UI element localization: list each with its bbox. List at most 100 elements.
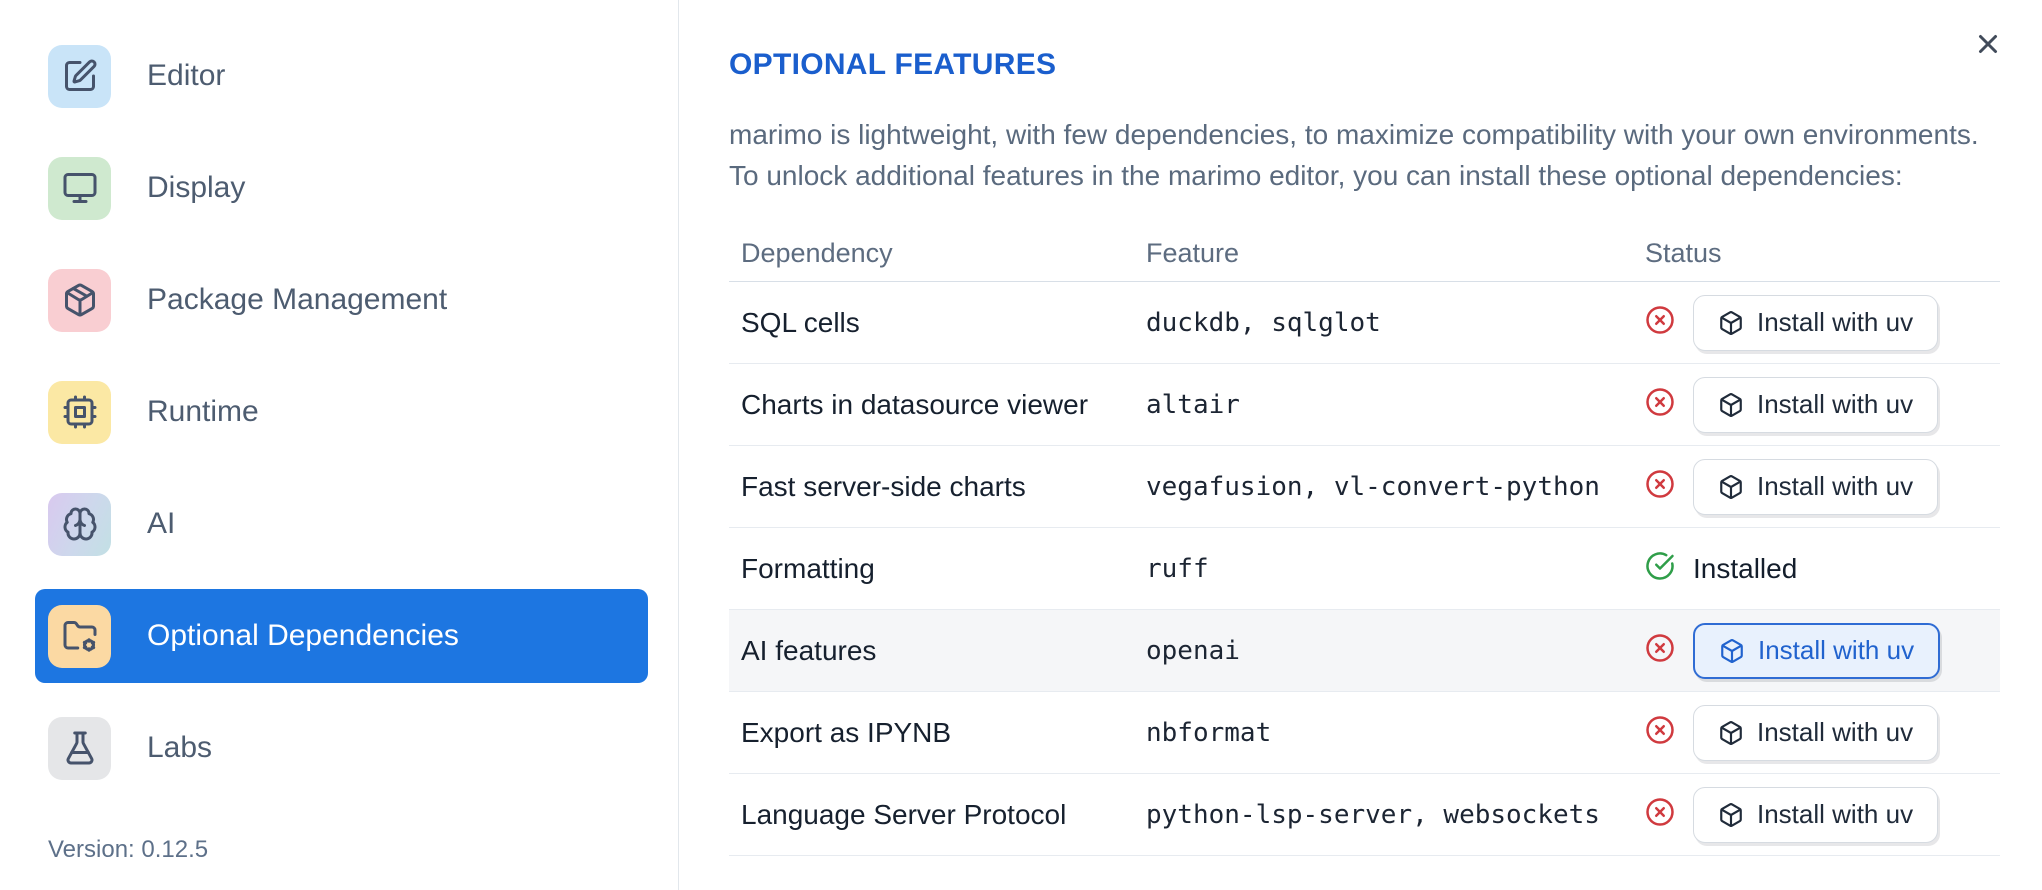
install-with-uv-button[interactable]: Install with uv: [1693, 622, 1941, 679]
sidebar-item-runtime[interactable]: Runtime: [35, 365, 648, 459]
flask-icon: [66, 731, 93, 765]
not-installed-status: [1645, 469, 1675, 504]
table-row: SQL cells duckdb, sqlglot Install with uv: [729, 282, 2000, 364]
dependency-cell: Charts in datasource viewer: [741, 388, 1089, 420]
sidebar-item-label: Editor: [147, 59, 226, 92]
install-button-label: Install with uv: [1757, 307, 1914, 337]
table-row: Language Server Protocol python-lsp-serve…: [729, 774, 2000, 856]
sidebar-item-package-management[interactable]: Package Management: [35, 253, 648, 347]
status-cell: Install with uv: [1633, 786, 2000, 843]
cpu-icon: [63, 395, 96, 429]
settings-dialog: Editor Display Package Management Runtime AI…: [0, 0, 2042, 890]
folder-cog-icon-tile: [48, 604, 111, 668]
sidebar-item-labs[interactable]: Labs: [35, 701, 648, 795]
square-pen-icon: [64, 59, 96, 91]
installed-label: Installed: [1693, 552, 1798, 584]
sidebar-item-list: Editor Display Package Management Runtime AI…: [35, 29, 648, 813]
installed-check-icon: [1646, 552, 1674, 580]
install-with-uv-button[interactable]: Install with uv: [1693, 294, 1939, 351]
column-header-status: Status: [1645, 238, 1722, 268]
feature-cell: nbformat: [1146, 717, 1272, 748]
install-with-uv-button[interactable]: Install with uv: [1693, 704, 1939, 761]
monitor-icon: [63, 173, 96, 203]
sidebar-item-ai[interactable]: AI: [35, 477, 648, 571]
feature-cell: ruff: [1146, 553, 1209, 584]
installed-status: [1645, 551, 1675, 586]
dependency-cell: Formatting: [741, 552, 875, 584]
package-box-icon: [1720, 720, 1742, 745]
dependency-cell: AI features: [741, 634, 877, 666]
sidebar-item-editor[interactable]: Editor: [35, 29, 648, 123]
feature-cell: openai: [1146, 635, 1240, 666]
not-installed-status: [1645, 797, 1675, 832]
package-icon: [64, 283, 95, 317]
status-cell: Install with uv: [1633, 294, 2000, 351]
dependency-cell: Fast server-side charts: [741, 470, 1026, 502]
table-row: Formatting ruff Installed: [729, 528, 2000, 610]
install-with-uv-button[interactable]: Install with uv: [1693, 786, 1939, 843]
package-box-icon: [1721, 638, 1743, 663]
sidebar-item-label: Labs: [147, 731, 213, 764]
description-line-2: To unlock additional features in the mar…: [729, 160, 1903, 191]
settings-main-panel: OPTIONAL FEATURES marimo is lightweight,…: [680, 0, 2042, 890]
status-cell: Install with uv: [1633, 704, 2000, 761]
sidebar-item-label: Package Management: [147, 283, 448, 316]
not-installed-x-icon: [1646, 470, 1674, 498]
package-box-icon: [1720, 310, 1742, 335]
install-button-label: Install with uv: [1758, 635, 1915, 665]
not-installed-x-icon: [1646, 306, 1674, 334]
dependencies-table: Dependency Feature Status SQL cells duckd…: [729, 226, 2000, 856]
sidebar-item-label: Optional Dependencies: [147, 619, 459, 652]
not-installed-x-icon: [1646, 634, 1674, 662]
feature-cell: vegafusion, vl-convert-python: [1146, 471, 1600, 502]
install-with-uv-button[interactable]: Install with uv: [1693, 458, 1939, 515]
folder-cog-icon: [63, 621, 96, 652]
not-installed-status: [1645, 633, 1675, 668]
version-label: Version: 0.12.5: [48, 836, 209, 863]
install-button-label: Install with uv: [1757, 717, 1914, 747]
package-box-icon: [1720, 802, 1742, 827]
dependency-cell: Language Server Protocol: [741, 798, 1067, 830]
install-button-label: Install with uv: [1757, 389, 1914, 419]
install-button-label: Install with uv: [1757, 799, 1914, 829]
table-row: Fast server-side charts vegafusion, vl-co…: [729, 446, 2000, 528]
install-button-label: Install with uv: [1757, 471, 1914, 501]
status-cell: Install with uv: [1633, 376, 2000, 433]
dependency-cell: Export as IPYNB: [741, 716, 952, 748]
not-installed-status: [1645, 305, 1675, 340]
feature-cell: python-lsp-server, websockets: [1146, 799, 1600, 830]
install-with-uv-button[interactable]: Install with uv: [1693, 376, 1939, 433]
table-header-row: Dependency Feature Status: [729, 226, 2000, 282]
status-cell: Install with uv: [1633, 458, 2000, 515]
sidebar-item-display[interactable]: Display: [35, 141, 648, 235]
column-header-feature: Feature: [1146, 238, 1240, 268]
panel-content: OPTIONAL FEATURES marimo is lightweight,…: [729, 0, 2000, 856]
package-box-icon: [1720, 474, 1742, 499]
package-icon-tile: [48, 268, 111, 332]
brain-icon: [63, 507, 96, 541]
description-line-1: marimo is lightweight, with few dependen…: [729, 119, 1979, 150]
status-cell: Install with uv: [1633, 622, 2000, 679]
column-header-dependency: Dependency: [741, 238, 893, 268]
sidebar-item-label: Runtime: [147, 395, 259, 428]
sidebar-item-optional-dependencies[interactable]: Optional Dependencies: [35, 589, 648, 683]
brain-icon-tile: [48, 492, 111, 556]
feature-cell: duckdb, sqlglot: [1146, 307, 1381, 338]
package-box-icon: [1720, 392, 1742, 417]
page-title: OPTIONAL FEATURES: [729, 48, 1057, 81]
sidebar-item-label: Display: [147, 171, 246, 204]
table-row: AI features openai Install with uv: [729, 610, 2000, 692]
not-installed-status: [1645, 387, 1675, 422]
not-installed-x-icon: [1646, 798, 1674, 826]
settings-sidebar: Editor Display Package Management Runtime AI…: [0, 0, 679, 890]
sidebar-item-label: AI: [147, 507, 176, 540]
square-pen-icon-tile: [48, 44, 111, 108]
not-installed-x-icon: [1646, 716, 1674, 744]
feature-cell: altair: [1146, 389, 1240, 420]
status-cell: Installed: [1633, 551, 2000, 586]
table-row: Export as IPYNB nbformat Install with uv: [729, 692, 2000, 774]
monitor-icon-tile: [48, 156, 111, 220]
panel-description: marimo is lightweight, with few dependen…: [729, 114, 2000, 196]
cpu-icon-tile: [48, 380, 111, 444]
dependency-cell: SQL cells: [741, 306, 860, 338]
